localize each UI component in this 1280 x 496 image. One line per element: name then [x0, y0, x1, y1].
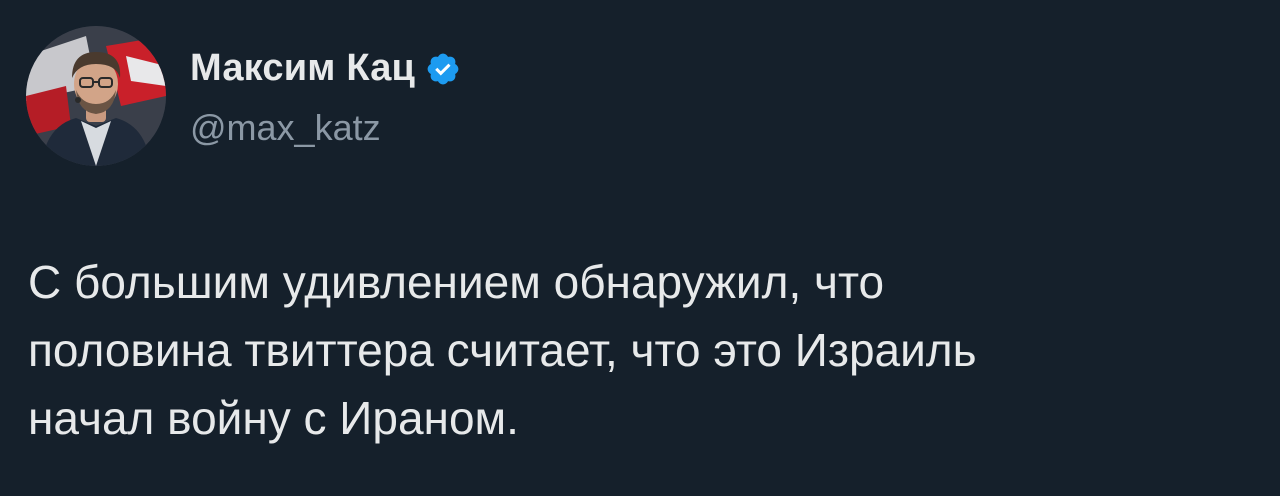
- name-row: Максим Кац: [190, 44, 461, 92]
- display-name[interactable]: Максим Кац: [190, 44, 415, 92]
- verified-badge-icon: [427, 53, 459, 85]
- avatar[interactable]: [26, 26, 166, 166]
- tweet-text: С большим удивлением обнаружил, что поло…: [28, 256, 977, 444]
- handle[interactable]: @max_katz: [190, 106, 461, 150]
- author-block: Максим Кац @max_katz: [190, 44, 461, 150]
- tweet-card: Максим Кац @max_katz С большим удивление…: [0, 0, 1280, 496]
- avatar-photo: [26, 26, 166, 166]
